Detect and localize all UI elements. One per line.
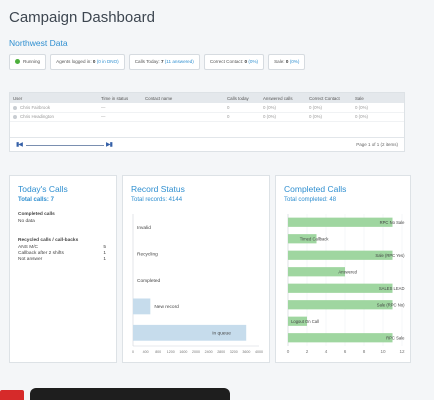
brand-logo: [0, 384, 240, 400]
status-bar: Running Agents logged in: 0 (0 in DNO) C…: [9, 54, 409, 70]
bar-label: Timed Callback: [300, 237, 330, 242]
bar-label: Completed: [137, 278, 161, 284]
record-status-card: Record Status Total records: 4144 Invali…: [122, 175, 270, 363]
total-completed-label: Total completed: 48: [284, 197, 337, 203]
x-tick-label: 3600: [242, 350, 250, 354]
x-tick-label: 2400: [205, 350, 213, 354]
logo-mark-icon: [0, 390, 24, 400]
x-tick-label: 4: [325, 349, 328, 354]
bar-label: RPC No Sale: [380, 220, 406, 225]
x-tick-label: 2000: [192, 350, 200, 354]
agent-name-cell: Chris Headington: [10, 112, 98, 122]
completed-calls-heading: Completed calls: [18, 212, 55, 217]
correct-contact-stat: Correct Contact: 0 (0%): [203, 54, 265, 70]
table-pager: ▮◀ ▶▮ Page 1 of 1 (2 items): [10, 137, 404, 151]
agents-table: User Time in status Contact name Calls t…: [10, 93, 404, 122]
time-in-status-cell: —: [98, 112, 142, 122]
table-row[interactable]: Chris Fairbrook — 0 0 (0%) 0 (0%) 0 (0%): [10, 103, 404, 113]
time-in-status-cell: —: [98, 103, 142, 113]
column-header-sale[interactable]: Sale: [352, 93, 404, 103]
running-status-badge: Running: [9, 54, 47, 70]
column-header-correct-contact[interactable]: Correct Contact: [306, 93, 352, 103]
calls-today-stat: Calls Today: 7 (11 answered): [128, 54, 200, 70]
column-header-user[interactable]: User: [10, 93, 98, 103]
x-tick-label: 12: [399, 349, 405, 354]
column-header-contact-name[interactable]: Contact name: [142, 93, 224, 103]
correct-contact-cell: 0 (0%): [306, 112, 352, 122]
column-header-time-in-status[interactable]: Time in status: [98, 93, 142, 103]
x-tick-label: 2: [306, 349, 309, 354]
completed-calls-value: No data: [18, 219, 35, 224]
bar-label: Answered: [338, 270, 357, 275]
agent-status-icon: [13, 105, 17, 110]
contact-name-cell: [142, 103, 224, 113]
first-page-icon[interactable]: ▮◀: [16, 141, 23, 148]
calls-today-cell: 0: [224, 112, 260, 122]
bar-label: Sale (RPC No): [377, 303, 405, 308]
table-row[interactable]: Chris Headington — 0 0 (0%) 0 (0%) 0 (0%…: [10, 112, 404, 122]
completed-calls-block: Completed calls No data: [18, 212, 55, 224]
completed-calls-chart: 0 2 4 6 8 10 12 RPC No Sale Timed Callback Sale (…: [287, 214, 406, 354]
record-status-title: Record Status: [131, 184, 185, 194]
chart-bar: [288, 267, 345, 277]
page-info: Page 1 of 1 (2 items): [356, 142, 398, 147]
campaign-name-link[interactable]: Northwest Data: [9, 38, 68, 48]
contact-name-cell: [142, 112, 224, 122]
chart-bar: [288, 217, 393, 227]
list-item: Not answer 1: [18, 257, 106, 262]
recycled-calls-block: Recycled calls / call-backs ANS M/C 5 Cal…: [18, 238, 106, 263]
logo-wordmark-icon: [30, 388, 230, 400]
completed-calls-card: Completed Calls Total completed: 48 0 2 4 6…: [275, 175, 411, 363]
x-tick-label: 0: [132, 350, 134, 354]
chart-bar: [288, 333, 393, 343]
x-tick-label: 2800: [217, 350, 225, 354]
bar-label: Logout On Call: [291, 319, 319, 324]
column-header-calls-today[interactable]: Calls today: [224, 93, 260, 103]
agents-table-panel: User Time in status Contact name Calls t…: [9, 92, 405, 152]
bar-label: Sale (RPC Yes): [375, 253, 405, 258]
answered-calls-cell: 0 (0%): [260, 112, 306, 122]
table-header-row: User Time in status Contact name Calls t…: [10, 93, 404, 103]
bar-label: Recycling: [137, 251, 158, 257]
calls-today-cell: 0: [224, 103, 260, 113]
todays-calls-title: Today's Calls: [18, 184, 68, 194]
total-records-label: Total records: 4144: [131, 197, 183, 203]
correct-contact-cell: 0 (0%): [306, 103, 352, 113]
chart-bar: [133, 298, 151, 315]
bar-label: Invalid: [137, 225, 151, 231]
x-tick-label: 1600: [179, 350, 187, 354]
sale-stat: Sale: 0 (0%): [268, 54, 306, 70]
column-header-answered-calls[interactable]: Answered calls: [260, 93, 306, 103]
x-tick-label: 8: [363, 349, 366, 354]
x-tick-label: 4000: [255, 350, 263, 354]
bar-label: SALES LEAD: [379, 286, 405, 291]
bar-label: In queue: [212, 331, 231, 337]
x-tick-label: 400: [143, 350, 149, 354]
sale-cell: 0 (0%): [352, 112, 404, 122]
x-tick-label: 0: [287, 349, 290, 354]
agent-status-icon: [13, 114, 17, 119]
x-tick-label: 1200: [167, 350, 175, 354]
page-slider[interactable]: [26, 145, 104, 146]
sale-cell: 0 (0%): [352, 103, 404, 113]
bar-label: RPC Sale: [386, 336, 405, 341]
record-status-chart: Invalid Recycling Completed New record In qu…: [132, 214, 263, 354]
completed-calls-title: Completed Calls: [284, 184, 347, 194]
running-dot-icon: [15, 59, 20, 65]
agent-name-cell: Chris Fairbrook: [10, 103, 98, 113]
chart-bar: [288, 283, 393, 293]
last-page-icon[interactable]: ▶▮: [106, 141, 113, 148]
x-tick-label: 6: [344, 349, 347, 354]
x-tick-label: 3200: [230, 350, 238, 354]
x-tick-label: 800: [155, 350, 161, 354]
total-calls-label: Total calls: 7: [18, 197, 54, 203]
agents-logged-in-stat: Agents logged in: 0 (0 in DNO): [50, 54, 125, 70]
bar-label: New record: [154, 304, 179, 310]
todays-calls-card: Today's Calls Total calls: 7 Completed c…: [9, 175, 117, 363]
recycled-calls-heading: Recycled calls / call-backs: [18, 238, 79, 243]
page-title: Campaign Dashboard: [9, 9, 155, 26]
answered-calls-cell: 0 (0%): [260, 103, 306, 113]
x-tick-label: 10: [380, 349, 386, 354]
dashboard-page: Campaign Dashboard Northwest Data Runnin…: [0, 0, 434, 400]
